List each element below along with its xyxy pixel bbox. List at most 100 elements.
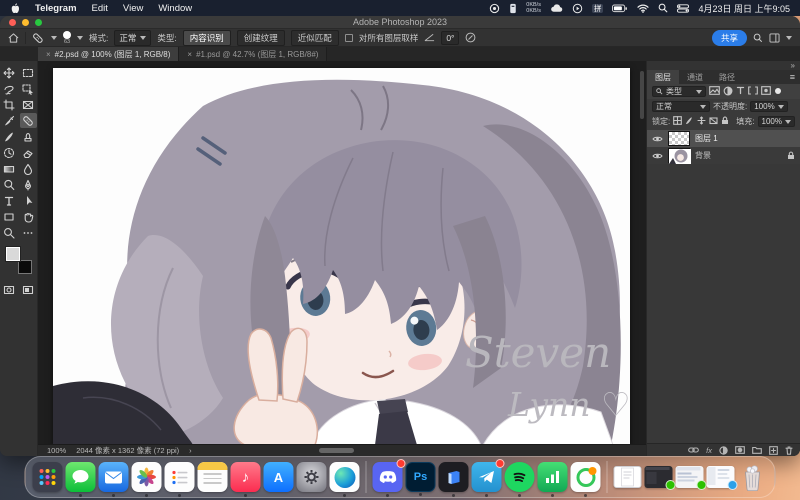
canvas-area[interactable]: Steven Lynn ♡ 100% 2044 像素 x 1362 像素 (72… [38,61,646,456]
dock-app-store[interactable]: A [264,462,294,492]
new-group-folder-icon[interactable] [752,446,762,454]
filter-smart-objects-icon[interactable] [761,86,771,97]
document-tab-inactive[interactable]: × #1.psd @ 42.7% (图层 1, RGB/8#) [179,47,327,61]
dock-minimized-document[interactable] [614,466,642,488]
eraser-tool[interactable] [20,145,37,160]
dock-stocks-app[interactable] [538,462,568,492]
pen-tool[interactable] [20,177,37,192]
quick-mask-button[interactable] [1,282,18,297]
lock-all-icon[interactable] [721,116,729,127]
panel-menu-icon[interactable]: ≡ [785,70,800,84]
chevron-down-icon[interactable] [51,36,57,40]
cloud-icon[interactable] [550,4,563,13]
move-tool[interactable] [1,65,18,80]
filter-type-layers-icon[interactable] [736,86,745,97]
eyedropper-tool[interactable] [1,113,18,128]
dock-circle-app[interactable] [571,462,601,492]
history-brush-tool[interactable] [1,145,18,160]
lock-position-icon[interactable] [697,116,706,127]
control-center-icon[interactable] [677,4,689,13]
dock-edge-browser[interactable] [330,462,360,492]
blend-mode-dropdown[interactable]: 正常 [652,101,710,112]
layer-row-selected[interactable]: 图层 1 [647,130,800,147]
proxy-app-icon[interactable] [509,3,517,14]
dock-photoshop[interactable]: Ps [406,462,436,492]
type-tool[interactable] [1,193,18,208]
dock-notes[interactable] [198,462,228,492]
dock-trash[interactable] [738,462,768,492]
link-layers-icon[interactable] [688,446,699,454]
dock-minimized-window-light[interactable] [676,466,704,488]
layer-visibility-eye-icon[interactable] [652,135,663,143]
lasso-tool[interactable] [1,81,18,96]
adjustment-layer-icon[interactable] [719,446,728,455]
menubar-item-window[interactable]: Window [158,3,192,14]
dock-discord[interactable] [373,462,403,492]
gradient-tool[interactable] [1,161,18,176]
shape-tool[interactable] [1,209,18,224]
window-titlebar[interactable]: Adobe Photoshop 2023 [0,16,800,29]
type-create-texture-button[interactable]: 创建纹理 [237,30,285,46]
hand-tool[interactable] [20,209,37,224]
menubar-app-name[interactable]: Telegram [35,3,77,14]
minimize-window-button[interactable] [22,19,29,26]
layer-thumbnail[interactable] [668,131,690,146]
type-proximity-match-button[interactable]: 近似匹配 [291,30,339,46]
document-tab-active[interactable]: × #2.psd @ 100% (图层 1, RGB/8) [38,47,179,61]
zoom-tool[interactable] [1,225,18,240]
dock-system-settings[interactable] [297,462,327,492]
menubar-clock[interactable]: 4月23日 周日 上午9:05 [698,2,790,15]
path-selection-tool[interactable] [20,193,37,208]
lock-transparency-icon[interactable] [673,116,682,127]
status-chevron-icon[interactable]: › [189,446,192,455]
zoom-level[interactable]: 100% [47,446,66,455]
dock-messages[interactable] [66,462,96,492]
layer-thumbnail[interactable] [668,148,690,163]
dock-mail[interactable] [99,462,129,492]
clone-stamp-tool[interactable] [20,129,37,144]
spotlight-search-icon[interactable] [658,3,668,13]
tab-paths[interactable]: 路径 [711,70,743,84]
dock-minimized-window-dark[interactable] [645,466,673,488]
menubar-item-view[interactable]: View [123,3,143,14]
document-canvas-artwork[interactable]: Steven Lynn ♡ [53,68,630,445]
collapse-panels-icon[interactable]: » [791,61,795,70]
layer-effects-icon[interactable]: fx [706,446,712,455]
chevron-down-icon[interactable] [786,36,792,40]
search-icon[interactable] [753,33,763,43]
filter-pixel-layers-icon[interactable] [709,86,720,97]
delete-layer-trash-icon[interactable] [785,446,793,455]
close-window-button[interactable] [9,19,16,26]
network-speed[interactable]: 0KB/s0KB/s [526,2,541,14]
lock-artboard-icon[interactable] [709,116,718,127]
share-button[interactable]: 共享 [712,30,747,46]
mode-dropdown[interactable]: 正常 [114,30,151,46]
sample-all-layers-checkbox[interactable] [345,34,353,42]
frame-tool[interactable] [20,97,37,112]
spot-healing-tool-preset-icon[interactable] [32,32,45,44]
crop-tool[interactable] [1,97,18,112]
background-color-swatch[interactable] [18,260,32,274]
chevron-down-icon[interactable] [77,36,83,40]
filter-adjustment-layers-icon[interactable] [723,86,733,98]
dodge-tool[interactable] [1,177,18,192]
fill-dropdown[interactable]: 100% [758,116,795,127]
workspace-switcher-icon[interactable] [769,33,780,43]
battery-icon[interactable] [612,4,628,13]
type-content-aware-button[interactable]: 内容识别 [183,30,231,46]
vertical-scrollbar[interactable] [640,71,644,119]
new-layer-icon[interactable] [769,446,778,455]
dock-reminders[interactable] [165,462,195,492]
spot-healing-brush-tool[interactable] [20,113,37,128]
dock-music[interactable]: ♪ [231,462,261,492]
input-method-badge[interactable]: 拼 [592,4,604,13]
home-icon[interactable] [8,33,19,43]
screen-mode-button[interactable] [20,282,37,297]
apple-menu-icon[interactable] [10,3,20,14]
brush-tool[interactable] [1,129,18,144]
dock-notebook-app[interactable] [439,462,469,492]
play-status-icon[interactable] [572,3,583,14]
layer-visibility-eye-icon[interactable] [652,152,663,160]
color-swatches[interactable] [6,247,32,274]
menubar-item-edit[interactable]: Edit [92,3,108,14]
